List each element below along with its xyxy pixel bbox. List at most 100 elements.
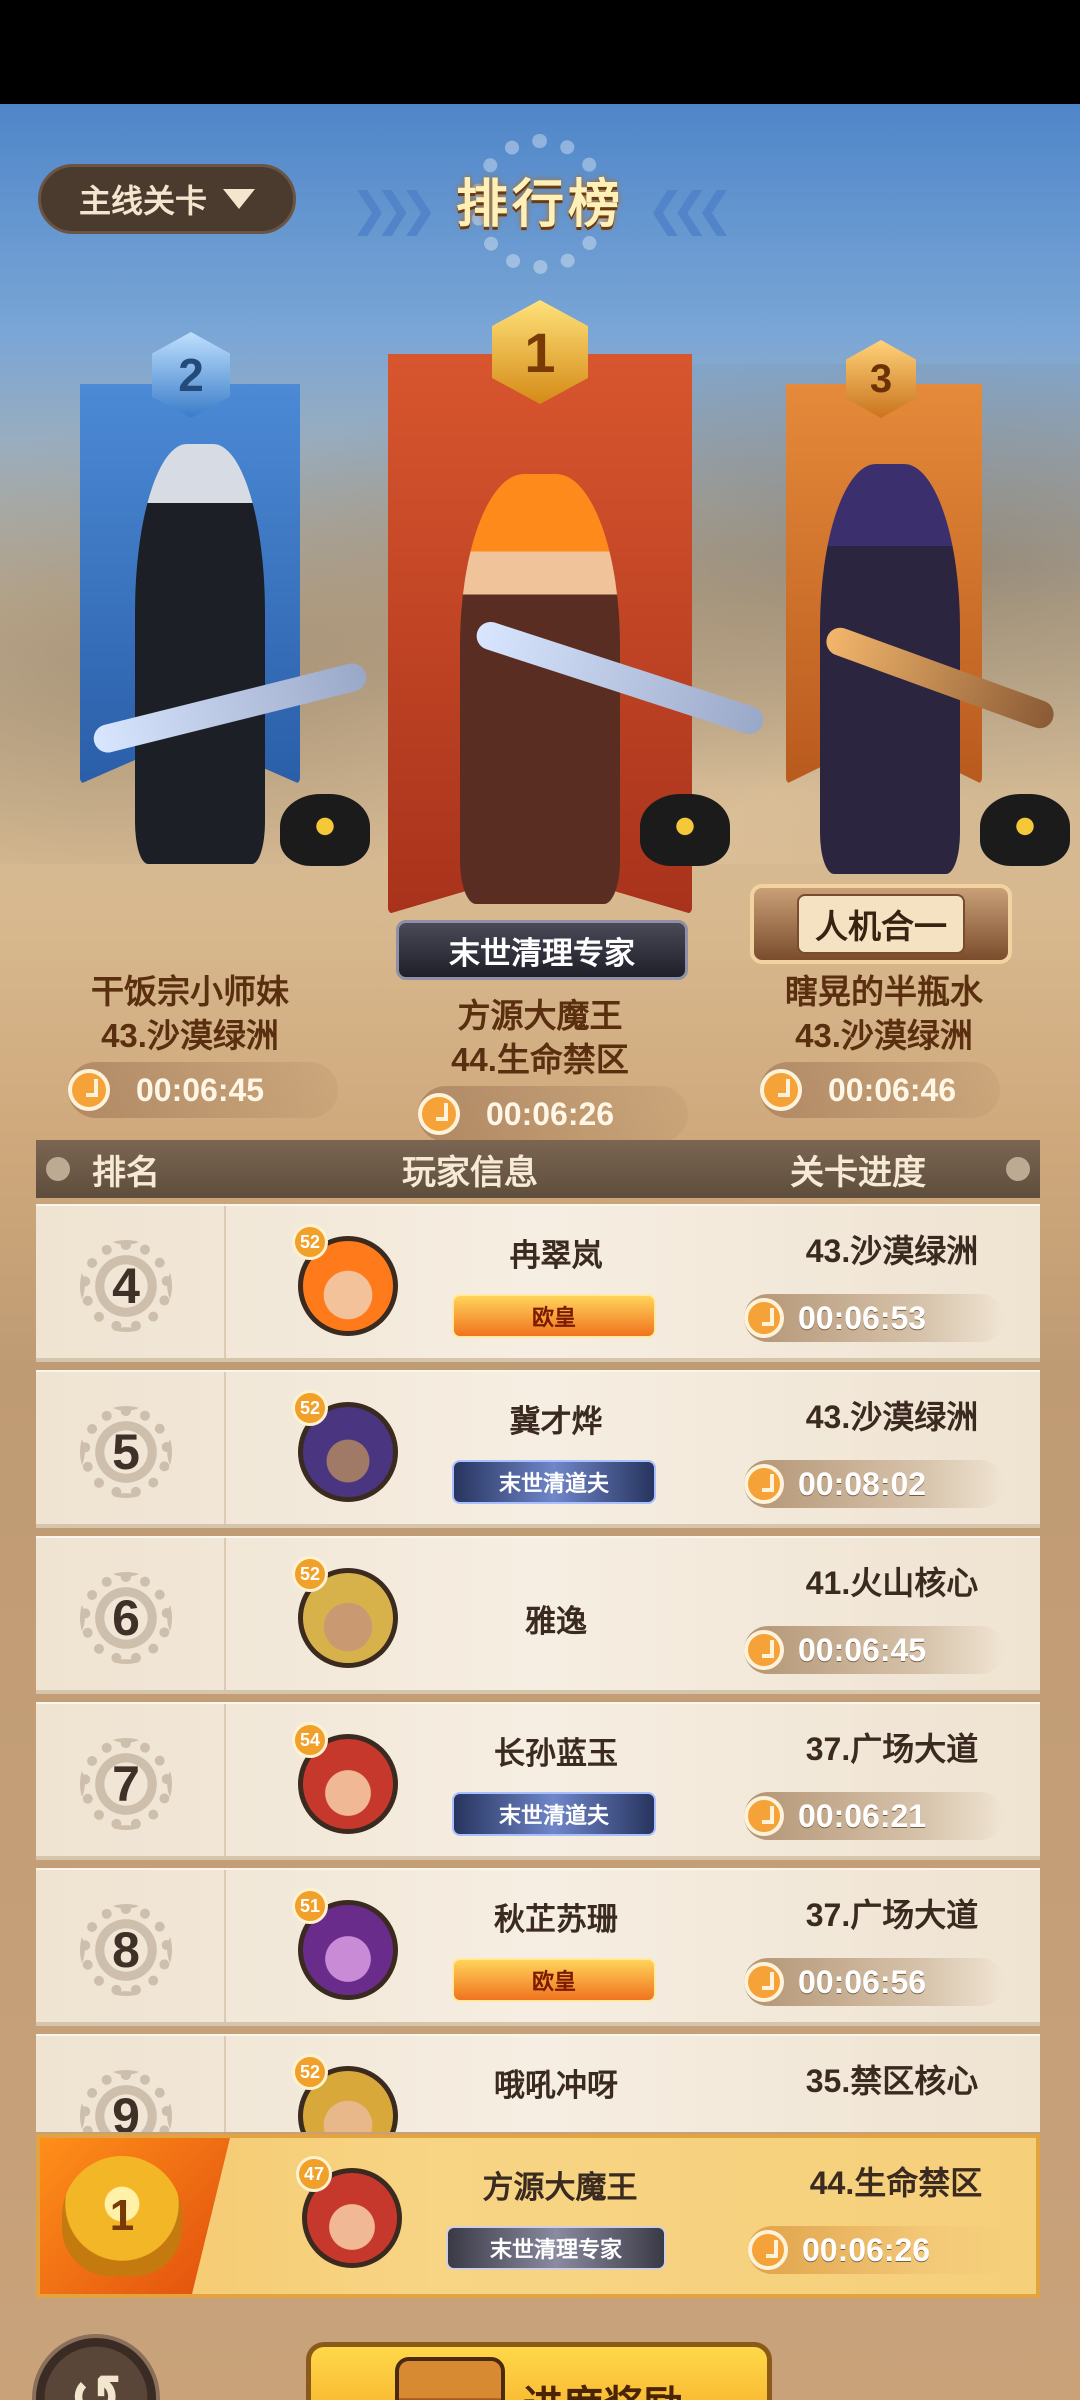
character-figure xyxy=(460,474,620,904)
table-row[interactable]: 7 54 长孙蓝玉 末世清道夫 37.广场大道 00:06:21 xyxy=(36,1702,1040,1860)
rank-1-time-text: 00:06:26 xyxy=(486,1095,615,1132)
time-pill: 00:06:53 xyxy=(744,1294,1004,1342)
time-pill: 00:06:56 xyxy=(744,1958,1004,2006)
level-badge: 52 xyxy=(292,2054,328,2090)
rank-cell: 6 xyxy=(36,1538,226,1690)
progress-reward-button[interactable]: 进度奖励 xyxy=(306,2342,772,2400)
rank-cell: 9 xyxy=(36,2036,226,2132)
rank-2-name: 干饭宗小师妹 xyxy=(91,973,289,1010)
rivet-icon xyxy=(46,1157,70,1181)
chevron-down-icon xyxy=(223,189,255,209)
rank-2-time-text: 00:06:45 xyxy=(136,1071,265,1108)
stage-text: 35.禁区核心 xyxy=(805,2063,979,2099)
rank-number: 9 xyxy=(80,2070,172,2132)
rank-2-info: 干饭宗小师妹 43.沙漠绿洲 xyxy=(60,970,320,1058)
leaderboard-list[interactable]: 4 52 冉翠岚 欧皇 43.沙漠绿洲 00:06:53 5 52 冀才烨 末世… xyxy=(36,1204,1040,2132)
player-name: 冀才烨 xyxy=(509,1404,603,1439)
player-name: 方源大魔王 xyxy=(482,2170,638,2205)
clock-icon xyxy=(68,1069,110,1111)
player-title-badge: 欧皇 xyxy=(452,1958,656,2002)
player-title-badge: 末世清理专家 xyxy=(446,2226,666,2270)
table-row[interactable]: 5 52 冀才烨 末世清道夫 43.沙漠绿洲 00:08:02 xyxy=(36,1370,1040,1528)
drone-pet-icon xyxy=(980,794,1070,866)
rank-cell: 7 xyxy=(36,1704,226,1856)
rank-1-stage: 44.生命禁区 xyxy=(451,1041,629,1078)
player-name: 冉翠岚 xyxy=(509,1238,603,1273)
col-stage-progress: 关卡进度 xyxy=(790,1153,926,1192)
level-badge: 52 xyxy=(292,1390,328,1426)
time-text: 00:06:56 xyxy=(798,1963,927,2000)
stage-text: 41.火山核心 xyxy=(805,1565,979,1601)
trophy-icon: 1 xyxy=(62,2156,182,2276)
page-title: 排行榜 xyxy=(455,175,624,234)
rank-2-time: 00:06:45 xyxy=(68,1062,338,1118)
rank-3-stage: 43.沙漠绿洲 xyxy=(795,1017,973,1054)
progress-reward-label: 进度奖励 xyxy=(523,2373,683,2400)
rank-1-info: 方源大魔王 44.生命禁区 xyxy=(390,994,690,1082)
stage-text: 43.沙漠绿洲 xyxy=(805,1399,979,1435)
time-pill: 00:06:45 xyxy=(744,1626,1004,1674)
status-bar xyxy=(0,0,1080,104)
clock-icon xyxy=(744,1796,784,1836)
mode-select-dropdown[interactable]: 主线关卡 xyxy=(38,164,296,234)
rank-3-info: 瞎晃的半瓶水 43.沙漠绿洲 xyxy=(754,970,1014,1058)
player-name: 哦吼冲呀 xyxy=(494,2068,618,2103)
back-arrow-icon: ↺ xyxy=(69,2361,123,2400)
rank-1-name: 方源大魔王 xyxy=(457,997,623,1034)
clock-icon xyxy=(744,1630,784,1670)
player-name: 雅逸 xyxy=(525,1604,587,1639)
my-rank-number: 1 xyxy=(109,2191,135,2240)
rank-1-title-tag: 末世清理专家 xyxy=(396,920,688,980)
player-title-badge: 欧皇 xyxy=(452,1294,656,1338)
rank-number: 7 xyxy=(80,1738,172,1830)
rank-3-title-text: 人机合一 xyxy=(797,894,965,954)
drone-pet-icon xyxy=(640,794,730,866)
rivet-icon xyxy=(1006,1157,1030,1181)
rank-3-name: 瞎晃的半瓶水 xyxy=(785,973,983,1010)
rank-3-time: 00:06:46 xyxy=(760,1062,1000,1118)
rank-3-title-tag: 人机合一 xyxy=(750,884,1012,964)
player-title-badge: 末世清道夫 xyxy=(452,1792,656,1836)
col-rank: 排名 xyxy=(92,1153,160,1192)
chevron-right-decoration-icon: ❮❮❮ xyxy=(646,183,734,235)
level-badge: 52 xyxy=(292,1556,328,1592)
clock-icon xyxy=(744,1464,784,1504)
clock-icon xyxy=(744,1962,784,2002)
mode-select-label: 主线关卡 xyxy=(78,183,207,219)
table-row[interactable]: 4 52 冉翠岚 欧皇 43.沙漠绿洲 00:06:53 xyxy=(36,1204,1040,1362)
level-badge: 54 xyxy=(292,1722,328,1758)
rank-number: 6 xyxy=(80,1572,172,1664)
rank-2-character[interactable] xyxy=(110,404,290,864)
my-rank-row[interactable]: 1 47 方源大魔王 末世清理专家 44.生命禁区 00:06:26 xyxy=(36,2134,1040,2298)
rank-cell: 5 xyxy=(36,1372,226,1524)
table-row[interactable]: 9 52 哦吼冲呀 35.禁区核心 xyxy=(36,2034,1040,2132)
level-badge: 47 xyxy=(296,2156,332,2192)
rank-2-stage: 43.沙漠绿洲 xyxy=(101,1017,279,1054)
rank-cell: 4 xyxy=(36,1206,226,1358)
back-button[interactable]: ↺ xyxy=(32,2334,160,2400)
col-player-info: 玩家信息 xyxy=(402,1153,538,1192)
rank-cell: 8 xyxy=(36,1870,226,2022)
clock-icon xyxy=(760,1069,802,1111)
player-name: 长孙蓝玉 xyxy=(494,1736,618,1771)
time-pill: 00:08:02 xyxy=(744,1460,1004,1508)
table-row[interactable]: 6 52 雅逸 41.火山核心 00:06:45 xyxy=(36,1536,1040,1694)
table-row[interactable]: 8 51 秋芷苏珊 欧皇 37.广场大道 00:06:56 xyxy=(36,1868,1040,2026)
rank-number: 4 xyxy=(80,1240,172,1332)
rank-1-time: 00:06:26 xyxy=(418,1086,688,1142)
level-badge: 52 xyxy=(292,1224,328,1260)
player-title-badge: 末世清道夫 xyxy=(452,1460,656,1504)
character-figure xyxy=(135,444,265,864)
player-name: 秋芷苏珊 xyxy=(494,1902,618,1937)
rank-3-time-text: 00:06:46 xyxy=(828,1071,957,1108)
level-badge: 51 xyxy=(292,1888,328,1924)
page-title-area: ❯❯❯ ❮❮❮ 排行榜 xyxy=(350,134,734,274)
table-header: 排名 玩家信息 关卡进度 xyxy=(36,1140,1040,1198)
stage-text: 43.沙漠绿洲 xyxy=(805,1233,979,1269)
chevron-left-decoration-icon: ❯❯❯ xyxy=(350,183,438,235)
rank-number: 8 xyxy=(80,1904,172,1996)
leaderboard-screen: 主线关卡 ❯❯❯ ❮❮❮ 排行榜 2 1 3 末世清理专家 人机合一 干饭宗小师… xyxy=(0,104,1080,2400)
time-text: 00:06:26 xyxy=(802,2231,931,2268)
clock-icon xyxy=(744,1298,784,1338)
time-pill: 00:06:21 xyxy=(744,1792,1004,1840)
